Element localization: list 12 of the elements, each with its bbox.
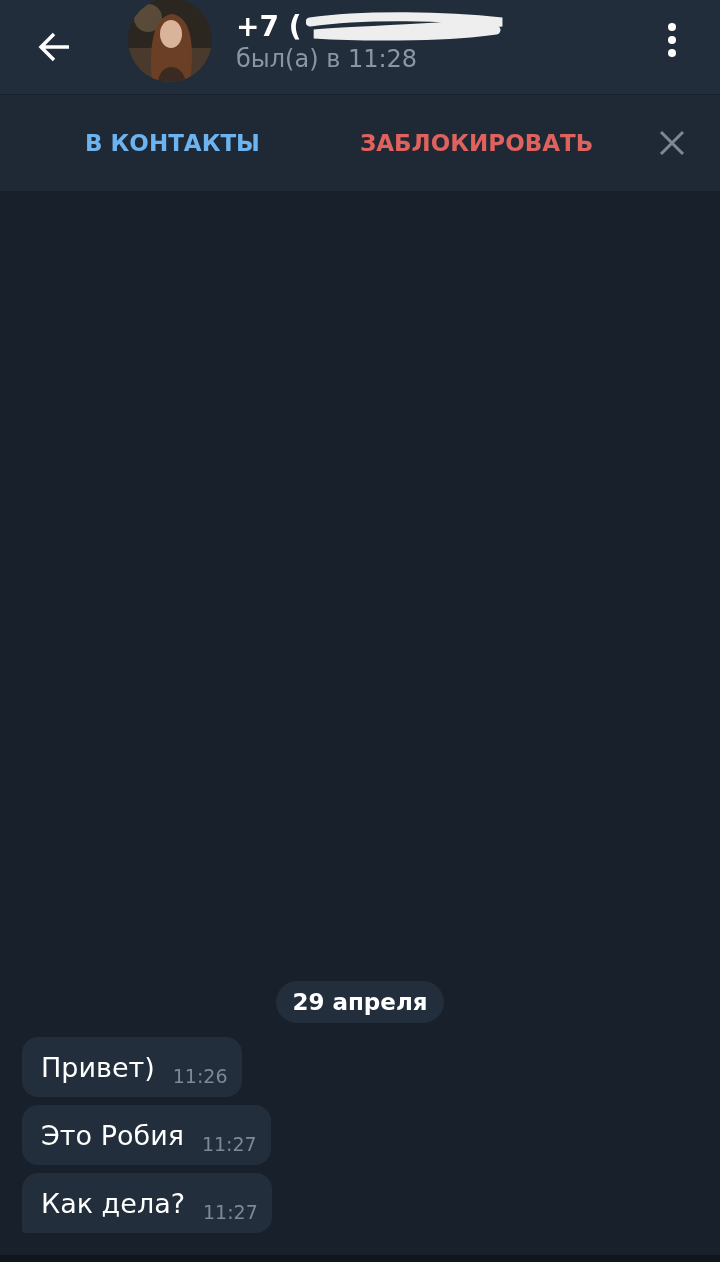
last-seen-status: был(а) в 11:28 (236, 44, 419, 74)
date-label: 29 апреля (276, 981, 444, 1023)
chat-title: +7 ( (236, 10, 302, 44)
close-icon[interactable] (658, 129, 686, 157)
message-text: Как дела? (41, 1187, 186, 1221)
message-time: 11:26 (172, 1065, 228, 1087)
add-contact-button[interactable]: В КОНТАКТЫ (85, 120, 260, 166)
message-time: 11:27 (203, 1201, 258, 1223)
block-button[interactable]: ЗАБЛОКИРОВАТЬ (359, 120, 594, 166)
message-text: Это Робия (41, 1119, 184, 1153)
message-text: Привет) (41, 1051, 155, 1085)
message-time: 11:27 (201, 1133, 257, 1155)
